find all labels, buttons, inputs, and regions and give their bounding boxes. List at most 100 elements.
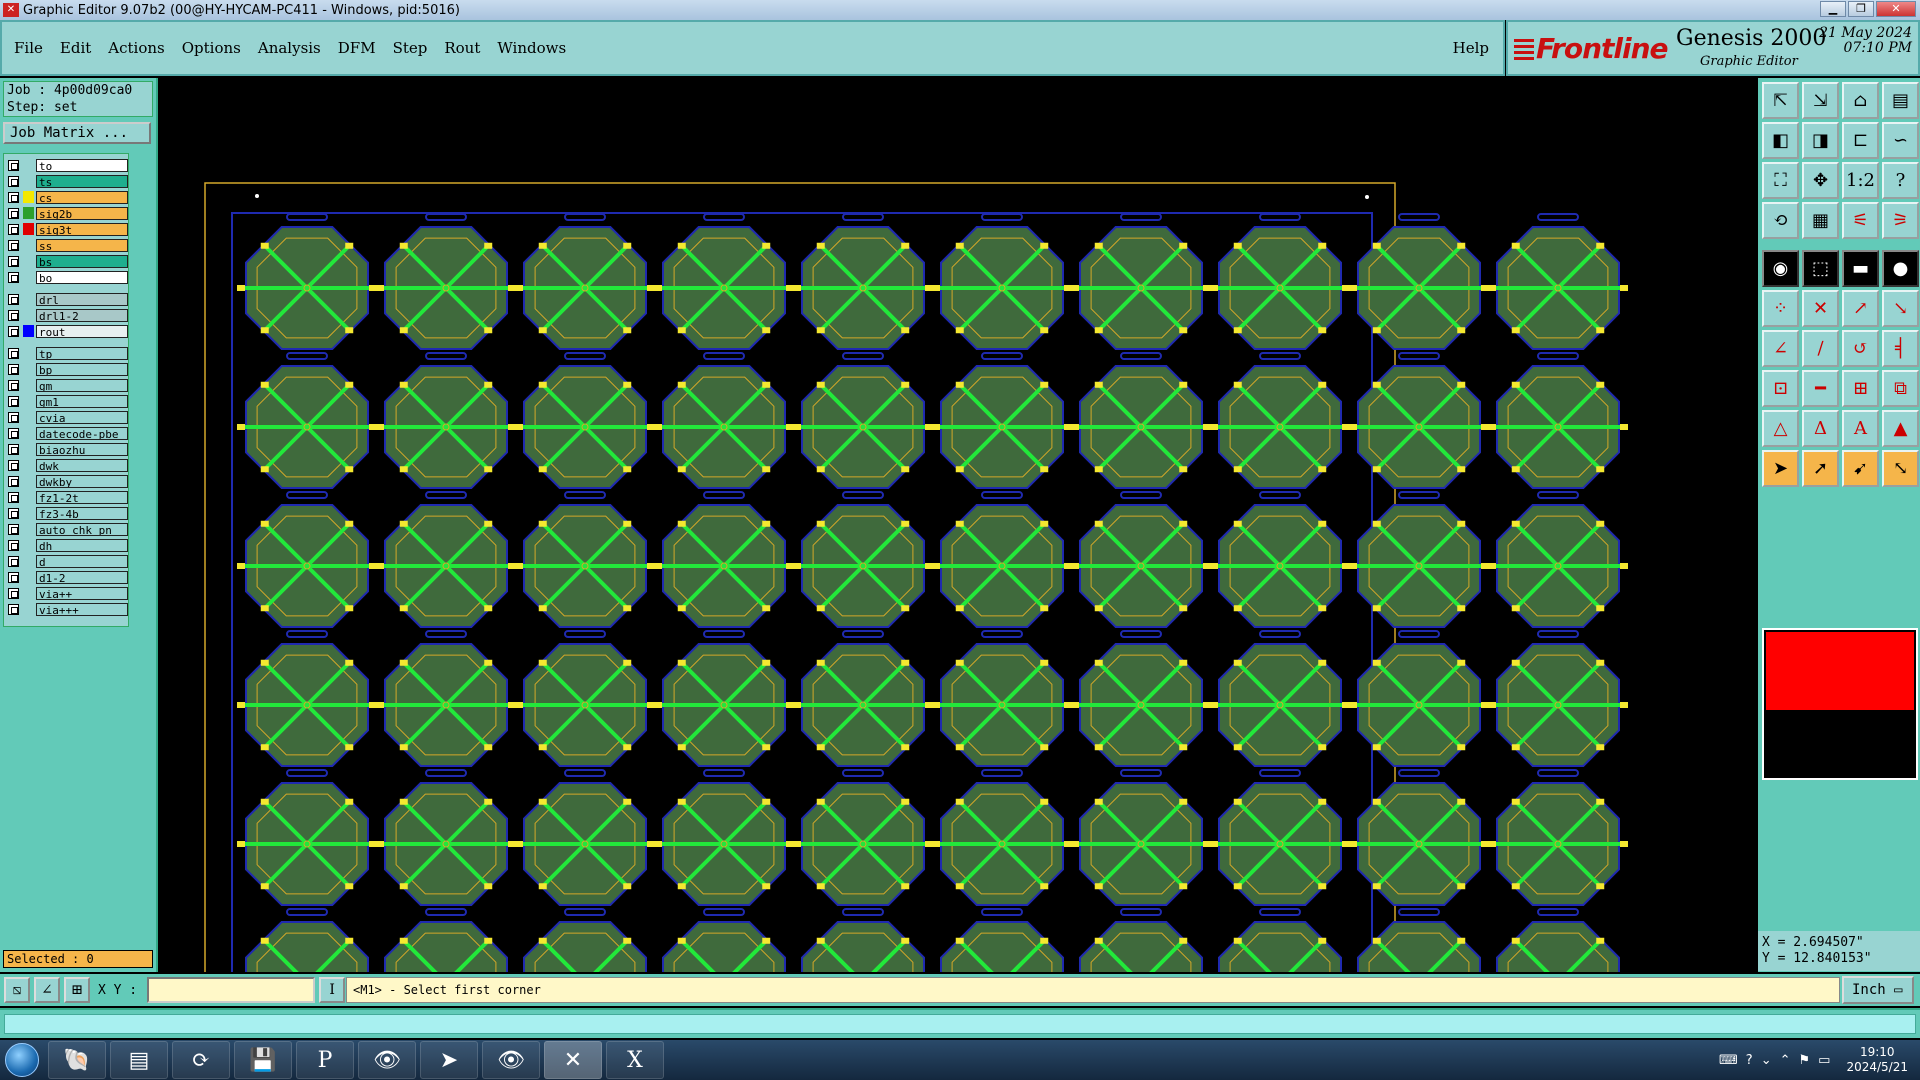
select-icon[interactable]: ➚ <box>1802 450 1839 487</box>
slash-icon[interactable]: ∕ <box>1802 330 1839 367</box>
command-line[interactable] <box>4 1014 1916 1034</box>
layer-row-gm1[interactable]: gm1 <box>8 394 128 408</box>
layer-checkbox[interactable] <box>8 175 19 187</box>
layer-checkbox[interactable] <box>8 571 19 583</box>
close-button[interactable]: ✕ <box>1876 1 1916 17</box>
one-to-one-icon[interactable]: 1:2 <box>1842 162 1879 199</box>
pcb-panel-drawing[interactable] <box>160 78 1756 972</box>
group-icon[interactable]: ⧉ <box>1882 370 1919 407</box>
step-pointer-icon[interactable]: ⤡ <box>1882 450 1919 487</box>
chevron-up-icon[interactable]: ⌃ <box>1780 1053 1791 1068</box>
chevron-down-icon[interactable]: ⌄ <box>1761 1053 1772 1068</box>
triangle-icon[interactable]: △ <box>1762 410 1799 447</box>
layer-row-cs[interactable]: cs <box>8 190 128 204</box>
layer-checkbox[interactable] <box>8 379 19 391</box>
layer-checkbox[interactable] <box>8 507 19 519</box>
layer-row-fz3-4b[interactable]: fz3-4b <box>8 506 128 520</box>
unit-selector[interactable]: Inch ▭ <box>1842 976 1914 1004</box>
redraw-icon[interactable]: ⟲ <box>1762 202 1799 239</box>
eye2-app-icon[interactable]: 👁 <box>482 1041 540 1079</box>
clock[interactable]: 19:10 2024/5/21 <box>1846 1045 1908 1075</box>
layer-checkbox[interactable] <box>8 363 19 375</box>
layer-checkbox[interactable] <box>8 347 19 359</box>
fit-icon[interactable]: ⛶ <box>1762 162 1799 199</box>
add-shape-icon[interactable]: ⬚ <box>1802 250 1839 287</box>
excel-app-icon[interactable]: X <box>606 1041 664 1079</box>
layer-checkbox[interactable] <box>8 223 19 235</box>
snap-pointer-icon[interactable]: ➹ <box>1842 450 1879 487</box>
move-icon[interactable]: ↗ <box>1842 290 1879 327</box>
layer-row-cvia[interactable]: cvia <box>8 410 128 424</box>
layout-icon[interactable]: ▤ <box>1882 82 1919 119</box>
layer-checkbox[interactable] <box>8 443 19 455</box>
pan-right-icon[interactable]: ◨ <box>1802 122 1839 159</box>
menu-step[interactable]: Step <box>393 39 428 57</box>
menu-dfm[interactable]: DFM <box>338 39 376 57</box>
layer-checkbox[interactable] <box>8 523 19 535</box>
circle-icon[interactable]: ● <box>1882 250 1919 287</box>
overview-preview[interactable] <box>1762 628 1918 780</box>
eye-app-icon[interactable]: 👁 <box>358 1041 416 1079</box>
home-icon[interactable]: ⌂ <box>1842 82 1879 119</box>
layer-row-d[interactable]: d <box>8 554 128 568</box>
layer-checkbox[interactable] <box>8 309 19 321</box>
grid-icon[interactable]: ▦ <box>1802 202 1839 239</box>
angle-mode-icon[interactable]: ∠ <box>34 977 60 1003</box>
resize-icon[interactable]: ⊡ <box>1762 370 1799 407</box>
ruler-icon[interactable]: ▬ <box>1842 250 1879 287</box>
start-button[interactable] <box>0 1040 44 1080</box>
layer-row-fz1-2t[interactable]: fz1-2t <box>8 490 128 504</box>
menu-windows[interactable]: Windows <box>497 39 566 57</box>
layer-row-sig3t[interactable]: sig3t <box>8 222 128 236</box>
layer-row-auto-chk-pn-[interactable]: auto_chk_pn_ <box>8 522 128 536</box>
zoom-home-icon[interactable]: ⇱ <box>1762 82 1799 119</box>
triangle-c-icon[interactable]: ▲ <box>1882 410 1919 447</box>
layer-row-datecode-pbe[interactable]: datecode-pbe <box>8 426 128 440</box>
layer-row-biaozhu[interactable]: biaozhu <box>8 442 128 456</box>
layer-row-gm[interactable]: gm <box>8 378 128 392</box>
layer-checkbox[interactable] <box>8 325 19 337</box>
layer-checkbox[interactable] <box>8 587 19 599</box>
layer-row-to[interactable]: to <box>8 158 128 172</box>
add-pad-icon[interactable]: ◉ <box>1762 250 1799 287</box>
graphic-canvas[interactable] <box>160 78 1756 972</box>
layer-row-rout[interactable]: rout <box>8 324 128 338</box>
menu-help[interactable]: Help <box>1453 39 1489 57</box>
network-icon[interactable]: ▭ <box>1818 1053 1830 1068</box>
layer-row-ss[interactable]: ss <box>8 238 128 252</box>
layer-row-dh[interactable]: dh <box>8 538 128 552</box>
save-app-icon[interactable]: 💾 <box>234 1041 292 1079</box>
layer-checkbox[interactable] <box>8 555 19 567</box>
menu-rout[interactable]: Rout <box>444 39 480 57</box>
layer-checkbox[interactable] <box>8 491 19 503</box>
layer-checkbox[interactable] <box>8 191 19 203</box>
layer-checkbox[interactable] <box>8 459 19 471</box>
center-icon[interactable]: ✥ <box>1802 162 1839 199</box>
triangle-b-icon[interactable]: A <box>1842 410 1879 447</box>
genesis-app-icon[interactable]: ✕ <box>544 1041 602 1079</box>
layer-row-drl[interactable]: drl <box>8 292 128 306</box>
arc-icon[interactable]: ↺ <box>1842 330 1879 367</box>
layer-row-via-[interactable]: via+++ <box>8 602 128 616</box>
job-matrix-button[interactable]: Job Matrix ... <box>3 122 151 144</box>
line-icon[interactable]: ∠ <box>1762 330 1799 367</box>
layer-checkbox[interactable] <box>8 411 19 423</box>
copy-icon[interactable]: ↘ <box>1882 290 1919 327</box>
text-cursor-icon[interactable]: I <box>319 977 346 1003</box>
layer-checkbox[interactable] <box>8 255 19 267</box>
split-icon[interactable]: ╡ <box>1882 330 1919 367</box>
flip-icon[interactable]: ∽ <box>1882 122 1919 159</box>
help-tray-icon[interactable]: ? <box>1746 1053 1753 1068</box>
xy-input[interactable] <box>147 977 316 1003</box>
snap-icon[interactable]: ⚞ <box>1882 202 1919 239</box>
mirror-icon[interactable]: ⊏ <box>1842 122 1879 159</box>
layer-checkbox[interactable] <box>8 475 19 487</box>
layer-checkbox[interactable] <box>8 207 19 219</box>
triangle-a-icon[interactable]: Δ <box>1802 410 1839 447</box>
layer-checkbox[interactable] <box>8 293 19 305</box>
publisher-app-icon[interactable]: P <box>296 1041 354 1079</box>
layer-row-bp[interactable]: bp <box>8 362 128 376</box>
layer-row-ts[interactable]: ts <box>8 174 128 188</box>
menu-edit[interactable]: Edit <box>60 39 91 57</box>
menu-analysis[interactable]: Analysis <box>258 39 321 57</box>
